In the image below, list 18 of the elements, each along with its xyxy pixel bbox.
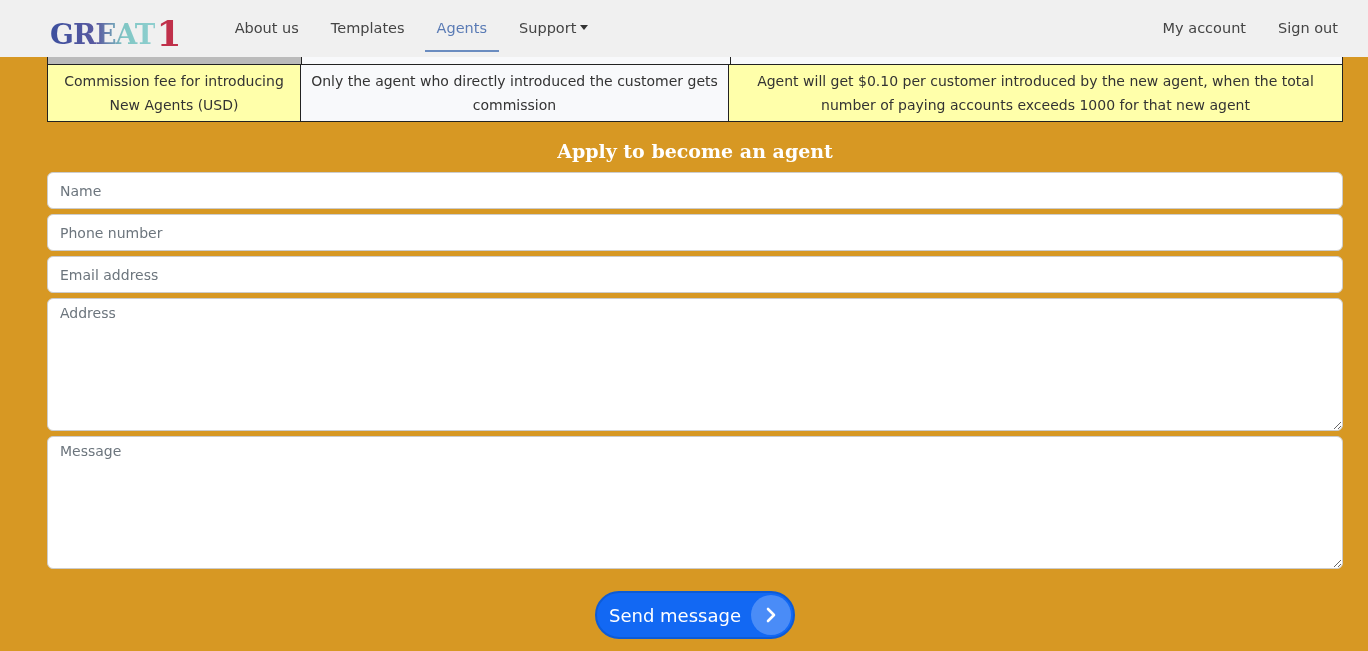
nav-link[interactable]: About us [222, 5, 311, 52]
nav-link[interactable]: Agents [424, 5, 500, 52]
nav-dropdown[interactable]: Support [507, 5, 601, 52]
input-field[interactable]: Phone number [47, 214, 1343, 251]
caret-icon [580, 25, 589, 30]
nav-link[interactable]: My account [1150, 5, 1258, 52]
text-area[interactable]: Message [47, 436, 1343, 569]
form-title: Apply to become an agent [556, 139, 834, 164]
nav-link[interactable]: Sign out [1266, 5, 1350, 52]
table-cell: Only the agent who directly introduced the customer gets commission [300, 64, 729, 122]
input-field[interactable]: Name [47, 172, 1343, 209]
text-area[interactable]: Address [47, 298, 1343, 431]
nav-link[interactable]: Templates [318, 5, 417, 52]
table-cell: Agent will get $0.10 per customer introduced by the new agent, when the total number of paying accounts exceeds 1000 for that new agent [728, 64, 1343, 122]
input-field[interactable]: Email address [47, 256, 1343, 293]
send-button[interactable]: Send message [595, 591, 795, 639]
chevron-icon [750, 595, 791, 635]
table-cell: Commission fee for introducing New Agents (USD) [47, 64, 301, 122]
